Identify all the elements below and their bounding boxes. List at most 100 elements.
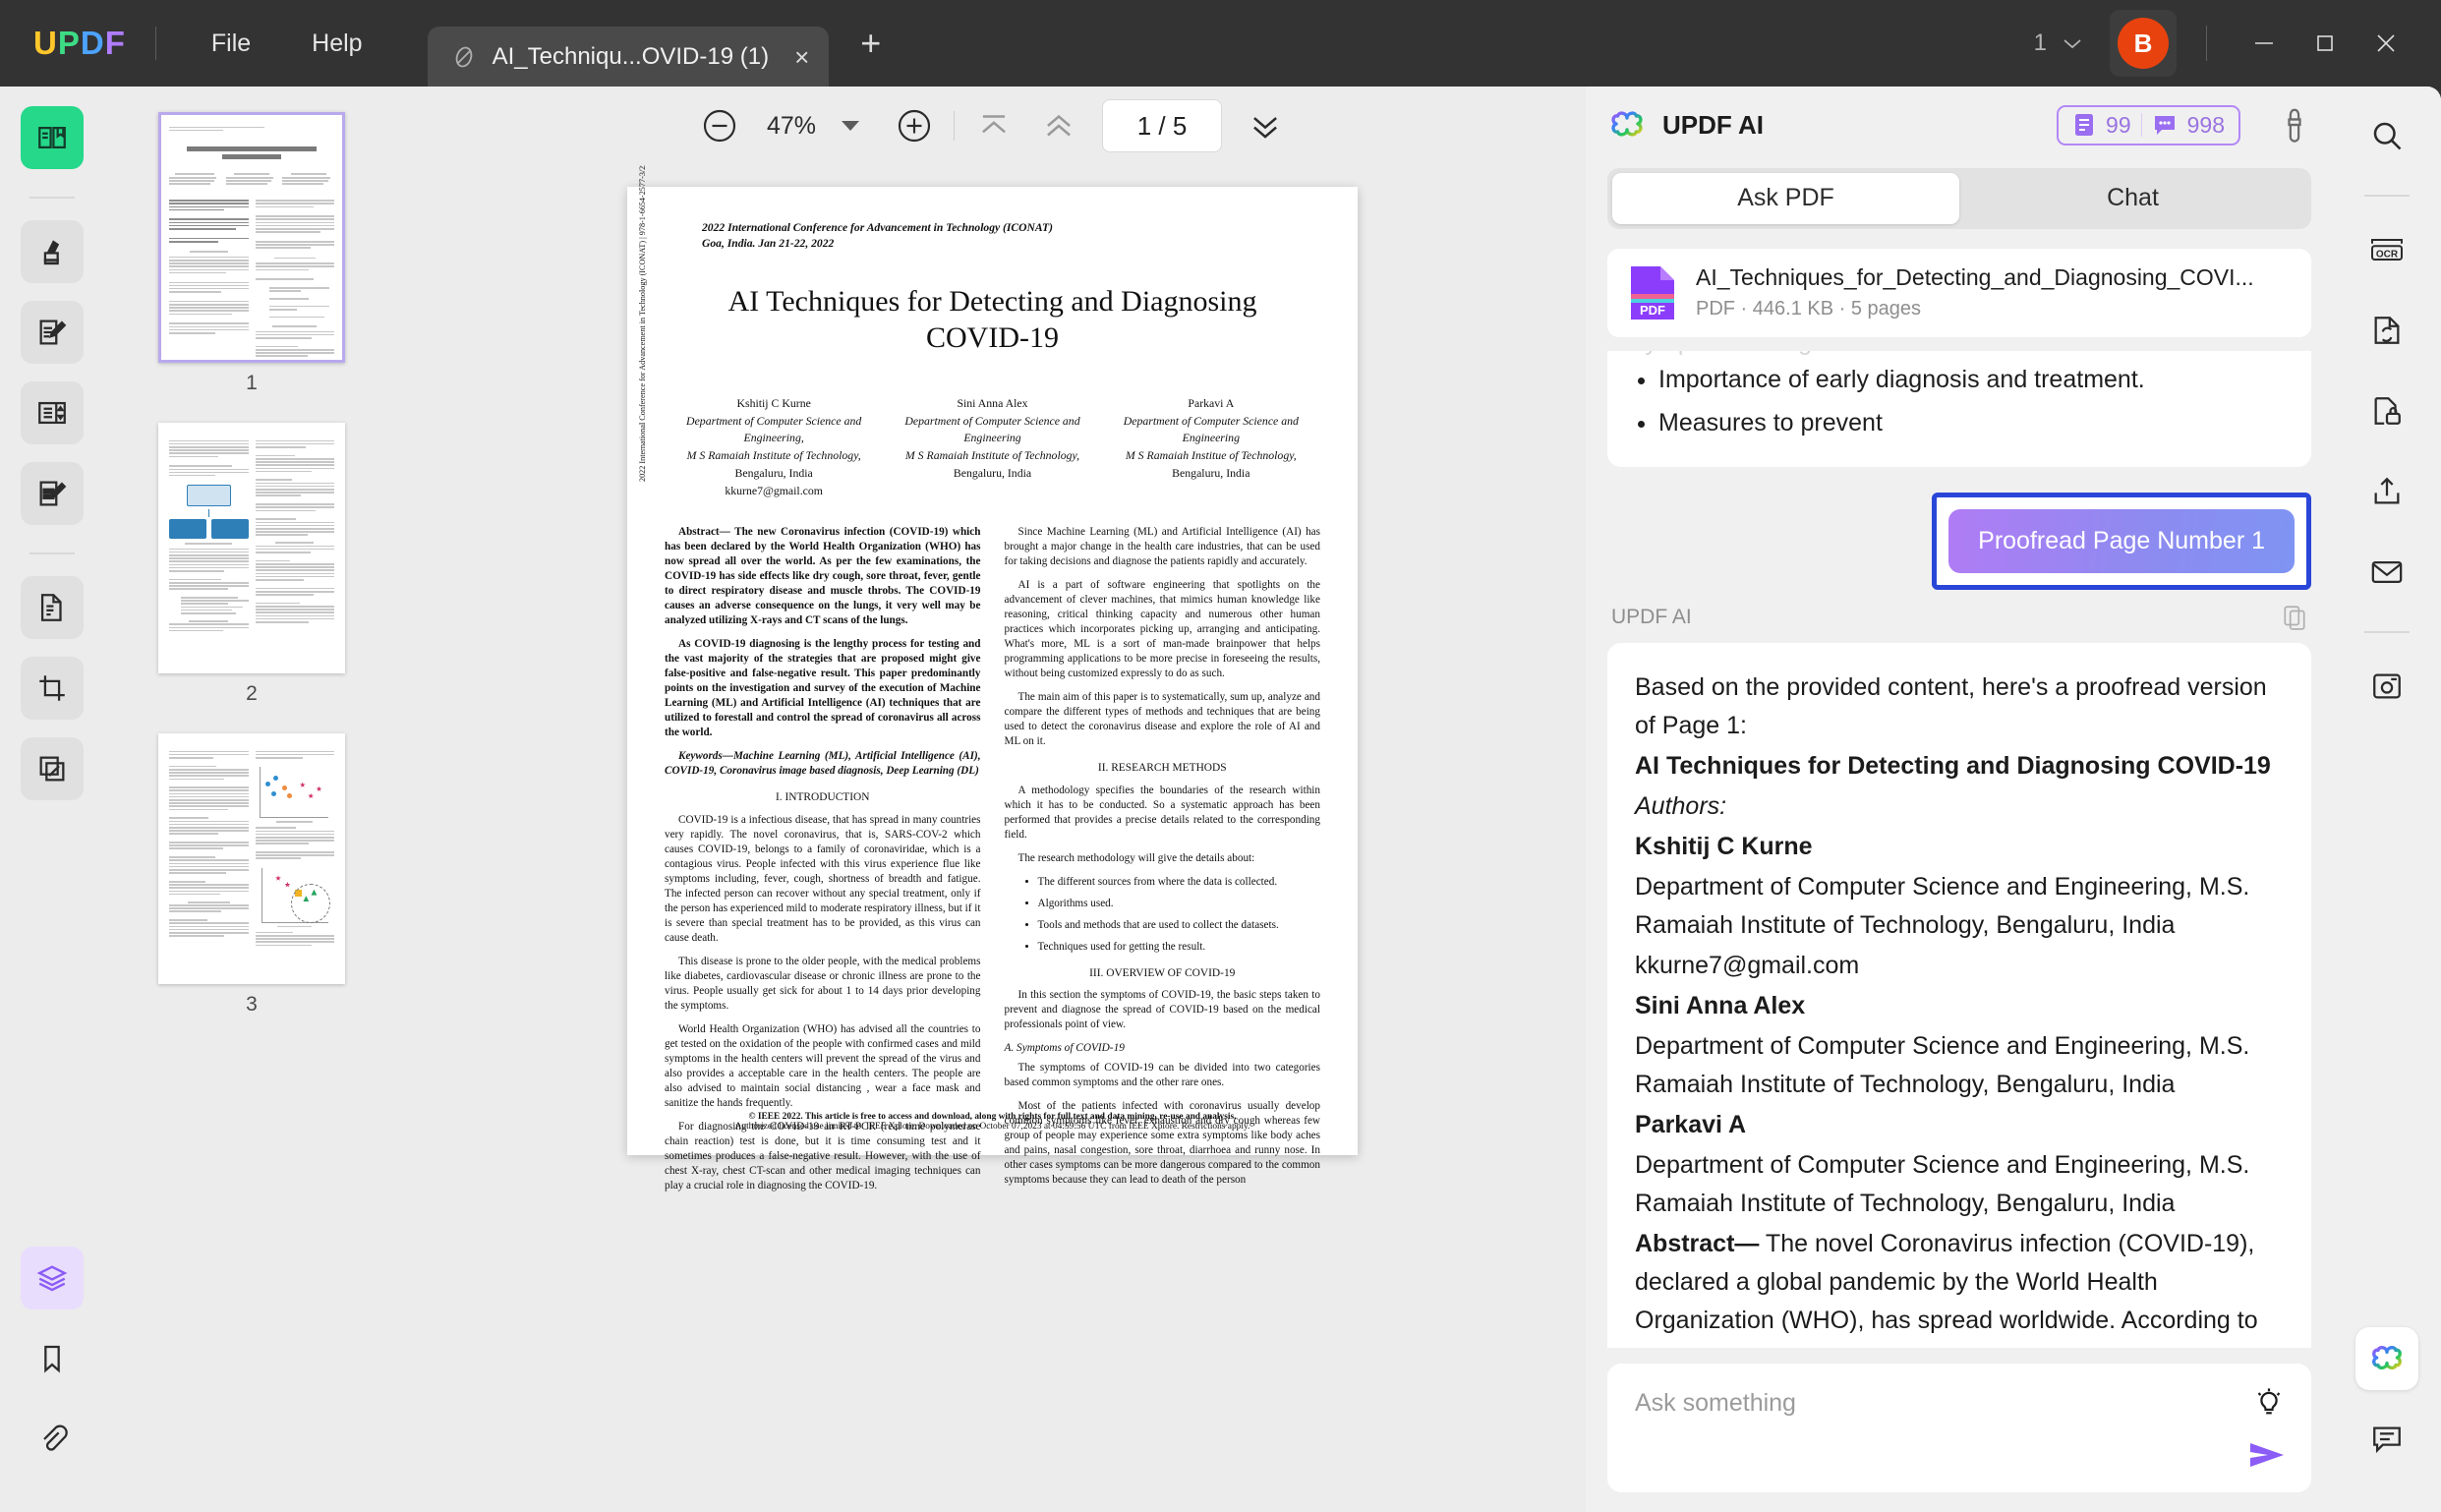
intro-p1: COVID-19 is a infectious disease, that h… [665,813,981,946]
window-controls: 1 B [2034,10,2441,77]
pdf-footer-line-2: Authorized licensed use limited to: IEEE… [665,1122,1320,1132]
new-tab-button[interactable]: + [860,23,881,64]
share-export-icon[interactable] [2355,460,2418,523]
updf-ai-button[interactable] [2355,1327,2418,1390]
account-button[interactable]: B [2110,10,2177,77]
page-indicator[interactable]: 1 / 5 [1102,99,1222,152]
previous-bullet-1: Importance of early diagnosis and treatm… [1658,361,2286,398]
thumbnail-preview[interactable] [158,733,345,984]
chat-credit-icon [2152,113,2178,137]
answer-author-3-affiliation: Department of Computer Science and Engin… [1635,1146,2284,1223]
thumbnail-preview[interactable] [158,423,345,673]
zoom-in-icon[interactable] [893,104,936,147]
page-thumbnail-panel[interactable]: 1 [104,87,399,1512]
sidebar-item-page-tools[interactable] [21,737,84,800]
answer-author-1-affiliation: Department of Computer Science and Engin… [1635,868,2284,945]
protect-lock-icon[interactable] [2355,379,2418,442]
author-name: Parkavi A [1110,395,1312,413]
idea-bulb-icon[interactable] [2252,1387,2286,1423]
main-body: 1 [0,87,2441,1512]
sidebar-item-ai-assistant[interactable] [21,1247,84,1309]
page-canvas-area[interactable]: 2022 International Conference for Advanc… [399,165,1586,1512]
document-credit-icon [2072,112,2096,138]
close-icon[interactable]: × [794,42,809,73]
zoom-out-icon[interactable] [698,104,741,147]
research-bullets: The different sources from where the dat… [1038,875,1321,955]
menu-file[interactable]: File [211,29,251,58]
left-toolbar [0,87,104,1512]
right-p7: The symptoms of COVID-19 can be divided … [1005,1061,1321,1090]
pdf-file-icon: PDF [1629,264,1676,321]
chat-credit-count: 998 [2187,112,2225,139]
sidebar-item-bookmarks[interactable] [21,1327,84,1390]
chevron-down-icon[interactable] [2063,37,2082,50]
comments-icon[interactable] [2355,1408,2418,1471]
attached-file-card[interactable]: PDF AI_Techniques_for_Detecting_and_Diag… [1607,249,2311,337]
sidebar-item-organize-pages[interactable] [21,381,84,444]
thumbnail-page-2[interactable]: 2 [104,423,399,706]
thumbnail-preview[interactable] [158,112,345,363]
email-icon[interactable] [2355,541,2418,604]
ai-credits-badge[interactable]: 99 998 [2057,105,2240,145]
pdf-page-1[interactable]: 2022 International Conference for Advanc… [627,187,1358,1155]
avatar: B [2118,18,2169,69]
author-city: Bengaluru, India [891,465,1093,483]
abstract-p2: As COVID-19 diagnosing is the lengthy pr… [665,637,981,740]
tab-ask-pdf[interactable]: Ask PDF [1612,173,1959,224]
logo-letter-p: P [58,25,81,62]
menu-help[interactable]: Help [312,29,362,58]
ai-panel-title: UPDF AI [1662,110,1764,141]
maximize-icon[interactable] [2297,16,2353,71]
thumbnail-page-number: 3 [246,993,258,1017]
sidebar-item-annotate-highlighter[interactable] [21,220,84,283]
chat-input[interactable]: Ask something [1635,1389,2284,1418]
ai-composer[interactable]: Ask something [1607,1364,2311,1492]
close-window-icon[interactable] [2358,16,2413,71]
save-snapshot-icon[interactable] [2355,655,2418,718]
tab-chat[interactable]: Chat [1959,173,2306,224]
answer-author-2-name: Sini Anna Alex [1635,987,2284,1025]
viewer-toolbar: 47% 1 / 5 [399,87,1586,165]
thumbnail-page-3[interactable]: 3 [104,733,399,1017]
document-tab[interactable]: AI_Techniqu...OVID-19 (1) × [428,27,830,87]
pdf-side-text: 2022 International Conference for Advanc… [638,165,647,482]
chat-thread[interactable]: symptoms categorized into common and rar… [1607,351,2311,1348]
search-icon[interactable] [2355,104,2418,167]
author-city: Bengaluru, India [672,465,875,483]
sidebar-item-reader[interactable] [21,106,84,169]
sidebar-item-convert-document[interactable] [21,576,84,639]
pdf-left-column: Abstract— The new Coronavirus infection … [665,525,981,1201]
thumbnail-page-number: 2 [246,682,258,706]
next-page-icon[interactable] [1244,104,1287,147]
updf-logo[interactable]: U P D F [33,25,126,62]
author-dept: Department of Computer Science and Engin… [672,413,875,447]
user-message-highlight: Proofread Page Number 1 [1932,493,2311,590]
section-3-heading: III. OVERVIEW OF COVID-19 [1005,966,1321,981]
rail-divider [29,197,75,199]
previous-bullets: Importance of early diagnosis and treatm… [1658,361,2286,441]
previous-page-icon[interactable] [1037,104,1080,147]
convert-icon[interactable] [2355,299,2418,362]
pdf-footer: © IEEE 2022. This article is free to acc… [665,1112,1320,1132]
ocr-icon[interactable]: OCR [2355,218,2418,281]
copy-icon[interactable] [2282,604,2307,631]
sidebar-item-attachments[interactable] [21,1408,84,1471]
pdf-conference-line-1: 2022 International Conference for Advanc… [702,220,1320,236]
pdf-authors: Kshitij C Kurne Department of Computer S… [665,395,1320,499]
sidebar-item-edit-text[interactable] [21,301,84,364]
send-arrow-icon[interactable] [2246,1439,2288,1471]
author-email: kkurne7@gmail.com [672,483,875,500]
assistant-label: UPDF AI [1611,606,1692,629]
user-message-bubble[interactable]: Proofread Page Number 1 [1948,509,2295,573]
minimize-icon[interactable] [2237,16,2292,71]
chevron-down-icon[interactable] [842,121,859,131]
updf-ai-panel: UPDF AI 99 998 [1586,87,2333,1512]
section-2-heading: II. RESEARCH METHODS [1005,761,1321,776]
attached-file-meta: PDF · 446.1 KB · 5 pages [1696,298,2254,320]
first-page-icon[interactable] [972,104,1016,147]
window-controls-divider [2206,26,2207,61]
sidebar-item-crop-page[interactable] [21,657,84,720]
sidebar-item-fill-sign[interactable] [21,462,84,525]
clear-brush-icon[interactable] [2278,107,2311,143]
thumbnail-page-1[interactable]: 1 [104,112,399,395]
